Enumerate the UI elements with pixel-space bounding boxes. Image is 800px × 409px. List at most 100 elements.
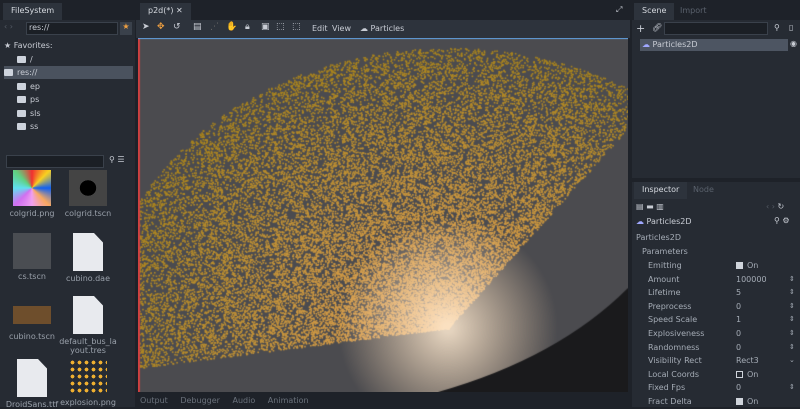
tree-item[interactable]: sls xyxy=(17,107,41,120)
tree-item[interactable]: ps xyxy=(17,93,39,106)
visibility-icon[interactable]: ◉ xyxy=(790,39,797,48)
file-name: explosion.png xyxy=(60,398,116,407)
tree-item-label: / xyxy=(30,54,33,64)
close-tab-icon[interactable]: ✕ xyxy=(176,6,183,15)
file-item[interactable]: cubino.dae xyxy=(58,233,118,283)
view-menu[interactable]: View xyxy=(332,24,351,33)
file-thumbnail xyxy=(13,306,51,324)
file-item[interactable]: explosion.png xyxy=(58,359,118,407)
tab-audio[interactable]: Audio xyxy=(233,396,256,405)
dropdown-arrow-icon[interactable]: ⌄ xyxy=(789,356,795,364)
tab-scene-p2d[interactable]: p2d(*) ✕ xyxy=(140,3,191,20)
property-name: Speed Scale xyxy=(648,315,698,325)
property-value-spin[interactable]: 0 xyxy=(736,341,741,354)
tab-animation[interactable]: Animation xyxy=(268,396,309,405)
checkbox-icon[interactable] xyxy=(736,262,743,269)
tree-item-label: ss xyxy=(30,122,39,131)
spinner-icon[interactable]: ⇕ xyxy=(789,302,795,310)
inspector-toolbar-icons[interactable]: ▤ ▬ ▥ xyxy=(636,202,664,211)
spinner-icon[interactable]: ⇕ xyxy=(789,329,795,337)
tab-filesystem[interactable]: FileSystem xyxy=(3,3,63,20)
ungroup-icon[interactable]: ⬚ xyxy=(292,22,301,32)
spinner-icon[interactable]: ⇕ xyxy=(789,383,795,391)
fullscreen-icon[interactable]: ⤢ xyxy=(616,5,622,15)
property-value-spin[interactable]: 1 xyxy=(736,313,741,326)
spinner-icon[interactable]: ⇕ xyxy=(789,315,795,323)
object-tools-icon[interactable]: ⚲ ⚙ xyxy=(774,216,790,225)
tree-item[interactable]: res:// xyxy=(4,66,133,79)
property-value-check[interactable]: On xyxy=(736,395,758,408)
property-name: Fract Delta xyxy=(648,397,692,406)
property-name: Lifetime xyxy=(648,288,681,298)
property-value-select[interactable]: Rect3 xyxy=(736,354,759,367)
spinner-icon[interactable]: ⇕ xyxy=(789,275,795,283)
folder-icon xyxy=(17,96,26,103)
rotate-tool-icon[interactable]: ↺ xyxy=(173,22,181,32)
checkbox-icon[interactable] xyxy=(736,398,743,405)
tree-item[interactable]: ss xyxy=(17,120,38,133)
tab-node[interactable]: Node xyxy=(685,182,722,199)
file-item[interactable]: cubino.tscn xyxy=(2,296,62,341)
tab-debugger[interactable]: Debugger xyxy=(180,396,220,405)
select-tool-icon[interactable]: ➤ xyxy=(142,22,150,32)
file-item[interactable]: DroidSans.ttf xyxy=(2,359,62,409)
search-icon[interactable]: ⚲ xyxy=(774,23,780,32)
property-value-spin[interactable]: 5 xyxy=(736,286,741,299)
property-value-check[interactable]: On xyxy=(736,368,758,381)
file-search-input[interactable] xyxy=(6,155,104,168)
file-thumbnail xyxy=(69,170,107,206)
particles-menu[interactable]: ☁ Particles xyxy=(360,24,404,33)
editor-tabbar xyxy=(136,0,630,20)
property-name: Visibility Rect xyxy=(648,356,702,366)
move-tool-icon[interactable]: ✥ xyxy=(157,22,165,32)
file-item[interactable]: colgrid.png xyxy=(2,170,62,218)
tree-item[interactable]: / xyxy=(17,53,33,66)
section-parameters[interactable]: Parameters xyxy=(642,247,688,256)
script-icon[interactable]: ▯ xyxy=(789,23,793,32)
property-value-text: On xyxy=(747,397,759,406)
bone-tool-icon[interactable]: ⋰ xyxy=(210,22,219,32)
list-tool-icon[interactable]: ▤ xyxy=(193,22,202,32)
checkbox-icon[interactable] xyxy=(736,370,743,378)
property-name: Fixed Fps xyxy=(648,383,686,393)
link-icon[interactable]: 🔗︎ xyxy=(652,23,662,32)
tab-inspector[interactable]: Inspector xyxy=(634,182,688,199)
history-nav-icon[interactable]: ‹ › ↻ xyxy=(766,202,784,211)
add-node-icon[interactable]: + xyxy=(636,22,645,35)
folder-icon xyxy=(17,109,26,117)
property-value-spin[interactable]: 0 xyxy=(736,381,741,394)
search-options-icon[interactable]: ⚲ ☰ xyxy=(109,155,125,164)
particles-node-icon: ☁ xyxy=(636,217,644,226)
file-item[interactable]: cs.tscn xyxy=(2,233,62,281)
star-icon: ★ xyxy=(4,41,14,50)
node-label: Particles2D xyxy=(652,40,698,49)
spinner-icon[interactable]: ⇕ xyxy=(789,343,795,351)
scene-tree-item[interactable]: ☁ Particles2D xyxy=(640,39,788,51)
scene-filter-input[interactable] xyxy=(664,22,768,35)
favorite-star-icon[interactable]: ★ xyxy=(120,22,132,35)
tab-scene[interactable]: Scene xyxy=(634,3,675,20)
spinner-icon[interactable]: ⇕ xyxy=(789,288,795,296)
property-value-text: 100000 xyxy=(736,274,767,284)
tree-item[interactable]: ep xyxy=(17,80,40,93)
edit-menu[interactable]: Edit xyxy=(312,24,328,33)
property-value-spin[interactable]: 100000 xyxy=(736,273,767,286)
file-item[interactable]: default_bus_layout.tres xyxy=(58,296,118,355)
property-value-check[interactable]: On xyxy=(736,259,758,272)
property-value-spin[interactable]: 0 xyxy=(736,327,741,340)
unlock-icon[interactable]: ▣ xyxy=(261,22,270,32)
back-icon[interactable]: ‹ › xyxy=(4,22,13,31)
folder-icon xyxy=(17,55,26,63)
tree-item[interactable]: ★ Favorites: xyxy=(4,39,53,52)
tab-import[interactable]: Import xyxy=(672,3,715,20)
lock-icon[interactable]: 🔒︎ xyxy=(245,22,250,32)
bottom-panel-tabs: Output Debugger Audio Animation xyxy=(136,394,630,407)
group-icon[interactable]: ⬚ xyxy=(276,22,285,32)
pan-tool-icon[interactable]: ✋ xyxy=(226,22,237,32)
property-value-spin[interactable]: 0 xyxy=(736,300,741,313)
viewport-canvas[interactable] xyxy=(138,38,628,392)
path-input[interactable]: res:// xyxy=(26,22,118,35)
tab-output[interactable]: Output xyxy=(140,396,168,405)
file-item[interactable]: colgrid.tscn xyxy=(58,170,118,218)
file-name: colgrid.png xyxy=(9,209,55,218)
